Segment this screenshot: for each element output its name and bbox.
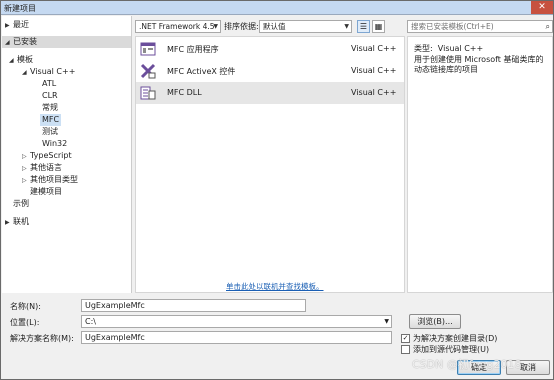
grid-view-icon: ▦ (374, 22, 383, 31)
window-title: 新建项目 (4, 4, 36, 13)
grid-view-button[interactable]: ▦ (372, 20, 385, 33)
tree-item-other-project-types[interactable]: ▷ 其他项目类型 (22, 174, 78, 186)
location-label: 位置(L): (10, 318, 40, 327)
template-language: Visual C++ (351, 44, 397, 53)
create-directory-checkbox[interactable]: ✓ (401, 334, 410, 343)
template-name: MFC DLL (167, 88, 202, 97)
template-description: 用于创建使用 Microsoft 基础类库的动态链接库的项目 (414, 55, 544, 74)
template-type: 类型: Visual C++ (414, 44, 484, 53)
watermark: CSDN @初feng2018 (412, 358, 522, 371)
template-item-mfc-dll[interactable]: MFC DLL Visual C++ (136, 82, 404, 104)
template-name: MFC ActiveX 控件 (167, 67, 236, 76)
new-project-dialog: 新建项目 ✕ ▶ 最近 ◢ 已安装 ◢ 模板 ◢ Visual C++ ATL CLR … (0, 0, 554, 380)
location-field[interactable]: C:\ ▼ (81, 315, 392, 328)
name-label: 名称(N): (10, 302, 41, 311)
chevron-down-icon: ▼ (344, 23, 349, 30)
list-view-icon: ☰ (359, 22, 368, 31)
mfc-activex-icon (140, 63, 156, 79)
tree-item-templates[interactable]: ◢ 模板 (9, 54, 33, 66)
template-language: Visual C++ (351, 88, 397, 97)
tree-item-test[interactable]: 测试 (42, 126, 58, 138)
solution-name-field[interactable]: UgExampleMfc (81, 331, 392, 344)
tree-item-recent[interactable]: ▶ 最近 (5, 19, 29, 31)
template-item-mfc-app[interactable]: MFC 应用程序 Visual C++ (136, 38, 404, 60)
add-source-control-checkbox[interactable] (401, 345, 410, 354)
tree-item-modeling[interactable]: 建模项目 (30, 186, 62, 198)
title-bar: 新建项目 ✕ (1, 1, 553, 15)
sort-select[interactable]: 默认值 ▼ (259, 20, 352, 33)
expand-arrow-icon[interactable]: ▶ (5, 20, 13, 32)
tree-item-clr[interactable]: CLR (42, 90, 58, 102)
template-item-mfc-activex[interactable]: MFC ActiveX 控件 Visual C++ (136, 60, 404, 82)
name-field[interactable]: UgExampleMfc (81, 299, 306, 312)
chevron-down-icon: ▼ (384, 318, 389, 325)
template-details: 类型: Visual C++ 用于创建使用 Microsoft 基础类库的动态链… (407, 36, 553, 293)
tree-item-typescript[interactable]: ▷ TypeScript (22, 150, 72, 162)
list-view-button[interactable]: ☰ (357, 20, 370, 33)
mfc-app-icon (140, 42, 156, 56)
framework-select[interactable]: .NET Framework 4.5 ▼ (135, 20, 221, 33)
template-name: MFC 应用程序 (167, 45, 219, 54)
close-button[interactable]: ✕ (531, 1, 553, 14)
template-language: Visual C++ (351, 66, 397, 75)
tree-item-visual-cpp[interactable]: ◢ Visual C++ (22, 66, 75, 78)
tree-item-mfc[interactable]: MFC (40, 114, 62, 126)
chevron-down-icon: ▼ (213, 23, 218, 30)
collapse-arrow-icon[interactable]: ◢ (22, 67, 30, 79)
sort-label: 排序依据: (224, 22, 259, 31)
tree-item-online[interactable]: ▶ 联机 (5, 216, 29, 228)
tree-item-atl[interactable]: ATL (42, 78, 56, 90)
tree-item-other-languages[interactable]: ▷ 其他语言 (22, 162, 62, 174)
template-toolbar: .NET Framework 4.5 ▼ 排序依据: 默认值 ▼ ☰ ▦ (135, 20, 405, 34)
collapse-arrow-icon[interactable]: ◢ (9, 55, 17, 67)
category-tree: ▶ 最近 ◢ 已安装 ◢ 模板 ◢ Visual C++ ATL CLR 常规 MFC … (2, 16, 132, 293)
create-directory-label: 为解决方案创建目录(D) (413, 334, 498, 343)
search-input[interactable]: 搜索已安装模板(Ctrl+E) ⌕ (407, 20, 553, 33)
template-list: MFC 应用程序 Visual C++ MFC ActiveX 控件 Visua… (135, 36, 405, 293)
add-source-control-label: 添加到源代码管理(U) (413, 345, 490, 354)
tree-item-general[interactable]: 常规 (42, 102, 58, 114)
tree-item-win32[interactable]: Win32 (42, 138, 67, 150)
browse-button[interactable]: 浏览(B)... (409, 314, 461, 329)
tree-item-installed[interactable]: ◢ 已安装 (2, 36, 131, 48)
search-icon[interactable]: ⌕ (546, 21, 550, 32)
mfc-dll-icon (140, 86, 156, 100)
online-templates-link[interactable]: 单击此处以联机并查找模板。 (226, 281, 324, 292)
tree-item-samples[interactable]: 示例 (5, 198, 29, 210)
expand-arrow-icon[interactable]: ▷ (22, 175, 30, 187)
solution-name-label: 解决方案名称(M): (10, 334, 74, 343)
collapse-arrow-icon[interactable]: ◢ (5, 37, 13, 49)
expand-arrow-icon[interactable]: ▶ (5, 217, 13, 229)
